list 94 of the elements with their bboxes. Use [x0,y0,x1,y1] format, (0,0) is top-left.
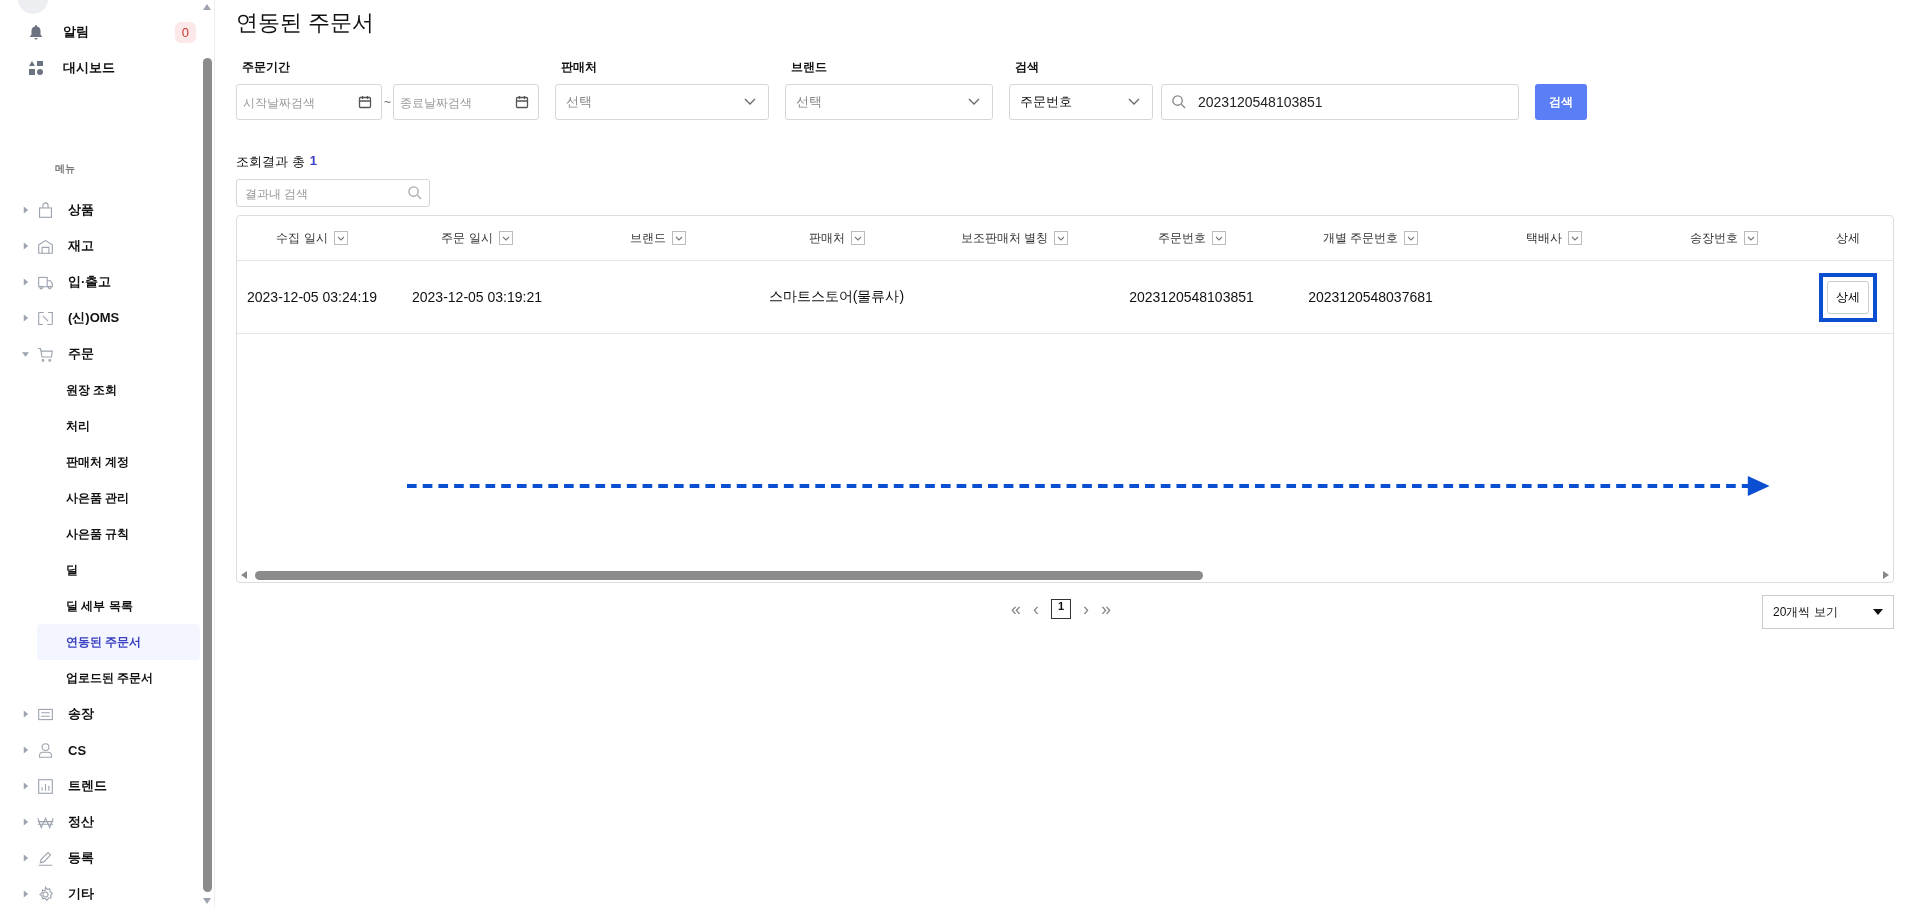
column-header: 택배사 [1525,229,1562,247]
column-header: 송장번호 [1689,229,1738,247]
table-cell: 2023120548037681 [1308,289,1433,305]
filter-label: 브랜드 [791,59,828,76]
search-type-select[interactable]: 주문번호 [1009,84,1153,120]
submenu-item[interactable]: 사은품 관리 [37,480,200,516]
gear-icon [37,885,54,903]
table-cell: 2023-12-05 03:19:21 [412,289,542,305]
calendar-icon[interactable] [358,95,372,109]
column-header: 판매처 [808,229,845,247]
menu-item[interactable]: 재고 [68,237,94,255]
column-filter-icon[interactable] [333,231,348,245]
pencil-icon [37,849,54,867]
dashboard-icon [28,60,44,76]
filter-label: 검색 [1015,59,1040,76]
menu-item[interactable]: 주문 [68,345,94,363]
page-title: 연동된 주문서 [236,9,376,37]
search-button[interactable]: 검색 [1535,84,1587,120]
filter-label: 주문기간 [242,59,291,76]
person-icon [37,741,54,759]
search-field[interactable]: 2023120548103851 [1161,84,1519,120]
submenu-item[interactable]: 딜 세부 목록 [37,588,200,624]
menu-item[interactable]: CS [68,742,87,758]
column-filter-icon[interactable] [1567,231,1582,245]
page-number[interactable]: 1 [1051,599,1071,619]
caret-icon [1873,609,1883,615]
table-cell: 스마트스토어(물류사) [768,288,905,306]
scroll-up-icon[interactable] [203,4,211,10]
column-filter-icon[interactable] [1404,231,1419,245]
seller-select[interactable]: 선택 [555,84,769,120]
notification-link[interactable]: 알림 [63,23,175,41]
menu-item[interactable]: 등록 [68,849,94,867]
scrollbar-thumb[interactable] [202,58,212,892]
search-icon [1171,94,1186,109]
column-filter-icon[interactable] [850,231,865,245]
menu-item[interactable]: 입·출고 [68,273,112,291]
menu-item[interactable]: 트렌드 [68,777,107,795]
submenu-item[interactable]: 사은품 규칙 [37,516,200,552]
submenu-item[interactable]: 처리 [37,408,200,444]
notification-count: 0 [174,21,196,43]
table-cell: 2023-12-05 03:24:19 [247,289,377,305]
menu-heading: 메뉴 [55,162,76,176]
table-cell: 2023120548103851 [1129,289,1254,305]
column-filter-icon[interactable] [1211,231,1226,245]
last-page-link[interactable]: » [1101,598,1112,620]
submenu-item[interactable]: 업로드된 주문서 [37,660,200,696]
column-header: 보조판매처 별칭 [960,229,1049,247]
result-count: 1 [309,153,317,170]
menu-item[interactable]: 상품 [68,201,94,219]
previous-page-link[interactable]: ‹ [1033,598,1039,620]
range-separator: ~ [384,95,391,109]
result-search-field[interactable]: 결과내 검색 [236,179,430,207]
bar-chart-icon [37,777,54,795]
detail-button[interactable]: 상세 [1826,280,1869,314]
column-header: 주문 일시 [441,229,493,247]
dashboard-link[interactable]: 대시보드 [63,59,200,77]
chevron-down-icon [744,98,756,106]
start-date-field[interactable]: 시작날짜검색 [236,84,382,120]
calendar-icon[interactable] [515,95,529,109]
warehouse-icon [37,237,54,255]
submenu-item[interactable]: 판매처 계정 [37,444,200,480]
column-filter-icon[interactable] [498,231,513,245]
page-size-select[interactable]: 20개씩 보기 [1762,595,1894,629]
scrollbar-thumb[interactable] [255,570,1203,580]
column-header: 개별 주문번호 [1322,229,1399,247]
column-filter-icon[interactable] [1054,231,1069,245]
submenu-item[interactable]: 딜 [37,552,200,588]
cart-icon [37,345,54,363]
menu-item[interactable]: 송장 [68,705,94,723]
scroll-left-icon[interactable] [241,571,247,579]
next-page-link[interactable]: › [1083,598,1089,620]
chevron-down-icon [1128,98,1140,106]
submenu-item[interactable]: 연동된 주문서 [37,624,200,660]
first-page-link[interactable]: « [1011,598,1021,620]
chevron-down-icon [968,98,980,106]
end-date-field[interactable]: 종료날짜검색 [393,84,539,120]
menu-item[interactable]: 기타 [68,885,94,903]
result-label: 조회결과 총 [236,153,305,171]
brand-select[interactable]: 선택 [785,84,993,120]
column-header: 상세 [1835,229,1860,247]
bag-icon [37,201,54,219]
column-filter-icon[interactable] [1743,231,1758,245]
column-header: 브랜드 [629,229,666,247]
bell-icon [28,24,44,40]
menu-item[interactable]: 정산 [68,813,94,831]
search-icon[interactable] [407,185,422,200]
column-filter-icon[interactable] [671,231,686,245]
column-header: 주문번호 [1157,229,1206,247]
column-header: 수집 일시 [276,229,328,247]
menu-item[interactable]: (신)OMS [68,309,120,327]
filter-label: 판매처 [561,59,598,76]
submenu-item[interactable]: 원장 조회 [37,372,200,408]
scroll-down-icon[interactable] [203,898,211,904]
scroll-right-icon[interactable] [1883,571,1889,579]
